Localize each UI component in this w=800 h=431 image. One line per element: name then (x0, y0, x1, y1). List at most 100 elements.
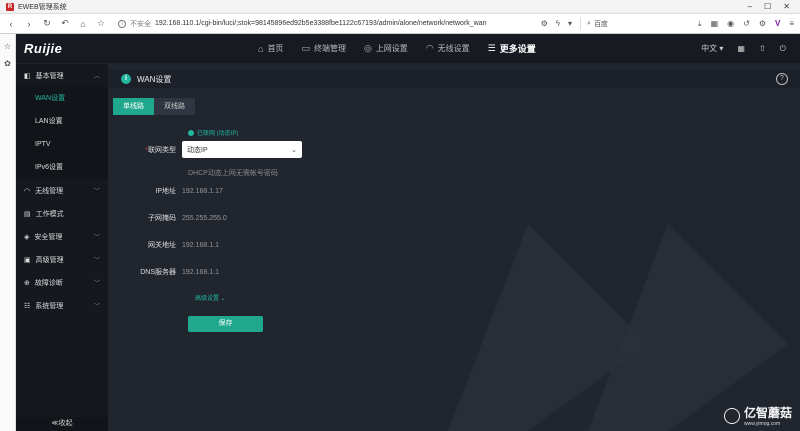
chevron-down-icon: ﹀ (93, 281, 100, 287)
wireless-icon: ◠ (24, 187, 31, 195)
nav-wireless[interactable]: ◠ 无线设置 (426, 42, 470, 55)
sidebar-group-label: 安全管理 (34, 233, 63, 241)
chevron-down-icon: ⌄ (291, 146, 297, 154)
page-title: WAN设置 (137, 74, 172, 84)
sidebar-item-iptv[interactable]: IPTV (16, 133, 108, 156)
mode-icon: ▤ (24, 210, 31, 218)
top-nav: ⌂ 首页 ▭ 终端管理 ◎ 上网设置 ◠ 无线设置 ☰ 更多设置 (258, 42, 536, 55)
row-connection-type: *联网类型 动态IP ⌄ (108, 141, 302, 158)
camera-icon[interactable]: ◉ (727, 19, 734, 29)
nav-label: 终端管理 (313, 44, 346, 53)
sidebar-item-lan[interactable]: LAN设置 (16, 110, 108, 133)
language-select[interactable]: 中文 ▾ (701, 43, 723, 54)
dropdown-icon[interactable]: ▾ (568, 19, 572, 28)
chevron-down-icon: ﹀ (93, 258, 100, 264)
close-icon[interactable]: ✕ (783, 2, 790, 11)
qrcode-icon[interactable]: ▦ (737, 44, 745, 53)
row-gateway: 网关地址 192.168.1.1 (108, 240, 219, 250)
address-tools: ⚙ ϟ ▾ (541, 19, 572, 28)
devices-icon: ▭ (301, 43, 310, 53)
search-placeholder: 百度 (593, 20, 608, 28)
sidebar-group-label: 系统管理 (35, 302, 64, 310)
favorites-icon[interactable]: ☆ (4, 42, 11, 51)
sidebar-group-basic[interactable]: ◧ 基本管理 ︿ (16, 64, 108, 87)
undo-icon[interactable]: ↶ (60, 18, 70, 29)
sidebar-group-label: 故障诊断 (34, 279, 63, 287)
settings-icon[interactable]: ⚙ (541, 19, 548, 28)
language-label: 中文 (701, 44, 718, 53)
gateway-value: 192.168.1.1 (182, 241, 219, 249)
search-box[interactable]: ⌕ 百度 (580, 17, 690, 30)
sidebar-group-advanced[interactable]: ▣ 高级管理 ﹀ (16, 248, 108, 271)
warning-icon: i (118, 19, 126, 28)
sidebar: ◧ 基本管理 ︿ WAN设置 LAN设置 IPTV IPv6设置 ◠ 无线管理 … (16, 64, 108, 431)
sidebar-item-wan[interactable]: WAN设置 (16, 87, 108, 110)
maximize-icon[interactable]: ☐ (764, 2, 771, 11)
back-icon[interactable]: ‹ (6, 19, 16, 29)
sidebar-group-wireless[interactable]: ◠ 无线管理 ﹀ (16, 179, 108, 202)
sliders-icon: ☰ (487, 43, 496, 53)
sidebar-group-security[interactable]: ◈ 安全管理 ﹀ (16, 225, 108, 248)
info-icon: i (121, 74, 131, 84)
label-text: 联网类型 (148, 146, 176, 154)
home-icon: ⌂ (258, 43, 264, 54)
insecure-label: 不安全 (130, 20, 151, 28)
advanced-settings-link[interactable]: 高级设置 ⌄ (195, 293, 226, 302)
chevron-down-icon: ﹀ (93, 235, 100, 241)
header-right: 中文 ▾ ▦ ⇧ ⏻ (701, 43, 800, 54)
save-button[interactable]: 保存 (188, 316, 263, 332)
watermark-logo (723, 407, 740, 424)
tab-title: EWEB管理系统 (18, 3, 67, 11)
collapse-button[interactable]: ≪收起 (16, 417, 108, 431)
extension-icon[interactable]: ⚙ (759, 19, 766, 29)
tab-single-line[interactable]: 单线路 (113, 98, 154, 115)
sidebar-item-ipv6[interactable]: IPv6设置 (16, 156, 108, 179)
mask-label: 子网掩码 (148, 215, 176, 222)
browser-tab[interactable]: R EWEB管理系统 (0, 0, 73, 14)
watermark-text: 亿智蘑菇 (743, 406, 792, 420)
help-icon[interactable]: ? (776, 73, 788, 85)
sidebar-group-label: 基本管理 (35, 72, 64, 80)
address-bar: ‹ › ↻ ↶ ⌂ ☆ i 不安全 192.168.110.1/cgi-bin/… (0, 14, 800, 34)
star-icon[interactable]: ☆ (96, 18, 106, 29)
forward-icon[interactable]: › (24, 19, 34, 29)
browser-tab-bar: R EWEB管理系统 – ☐ ✕ (0, 0, 800, 14)
advanced-icon: ▣ (24, 256, 31, 264)
minimize-icon[interactable]: – (748, 2, 752, 11)
sidebar-group-label: 无线管理 (35, 187, 64, 195)
dns-value: 192.168.1.1 (182, 268, 219, 276)
page-header: i WAN设置 ? (108, 70, 800, 88)
status-dot-icon (188, 129, 194, 136)
browser-sidebar: ☆ ✿ (0, 34, 16, 431)
collections-icon[interactable]: ✿ (4, 59, 11, 68)
nav-label: 无线设置 (437, 44, 470, 53)
nav-devices[interactable]: ▭ 终端管理 (301, 42, 346, 55)
logout-icon[interactable]: ⏻ (780, 44, 786, 54)
sidebar-group-mode[interactable]: ▤ 工作模式 (16, 202, 108, 225)
nav-more-settings[interactable]: ☰ 更多设置 (488, 42, 536, 55)
wifi-icon: ◠ (425, 43, 434, 53)
undo-tool-icon[interactable]: ↺ (743, 19, 750, 29)
lightning-icon[interactable]: ϟ (556, 19, 560, 28)
row-dns: DNS服务器 192.168.1.1 (108, 267, 219, 277)
dhcp-hint: DHCP动态上网无需帐号密码 (188, 170, 278, 177)
chevron-down-icon: ﹀ (93, 189, 100, 195)
download-icon[interactable]: ⤓ (698, 19, 702, 29)
grid-icon[interactable]: ▦ (711, 19, 719, 29)
tab-dual-line[interactable]: 双线路 (154, 98, 195, 115)
url-field[interactable]: i 不安全 192.168.110.1/cgi-bin/luci/;stok=9… (114, 17, 527, 31)
reload-icon[interactable]: ↻ (42, 18, 52, 29)
nav-home[interactable]: ⌂ 首页 (258, 42, 283, 55)
sidebar-group-diagnose[interactable]: ⊕ 故障诊断 ﹀ (16, 271, 108, 294)
vpn-icon[interactable]: V (775, 19, 780, 29)
base-icon: ◧ (24, 72, 31, 80)
row-mask: 子网掩码 255.255.255.0 (108, 213, 227, 223)
nav-internet[interactable]: ◎ 上网设置 (364, 42, 408, 55)
chevron-up-icon: ︿ (93, 74, 100, 80)
menu-icon[interactable]: ≡ (789, 19, 794, 29)
connection-type-select[interactable]: 动态IP ⌄ (182, 141, 302, 158)
upgrade-icon[interactable]: ⇧ (759, 44, 766, 53)
search-icon: ⌕ (587, 19, 591, 27)
sidebar-group-system[interactable]: ☷ 系统管理 ﹀ (16, 294, 108, 317)
home-icon[interactable]: ⌂ (78, 19, 88, 29)
